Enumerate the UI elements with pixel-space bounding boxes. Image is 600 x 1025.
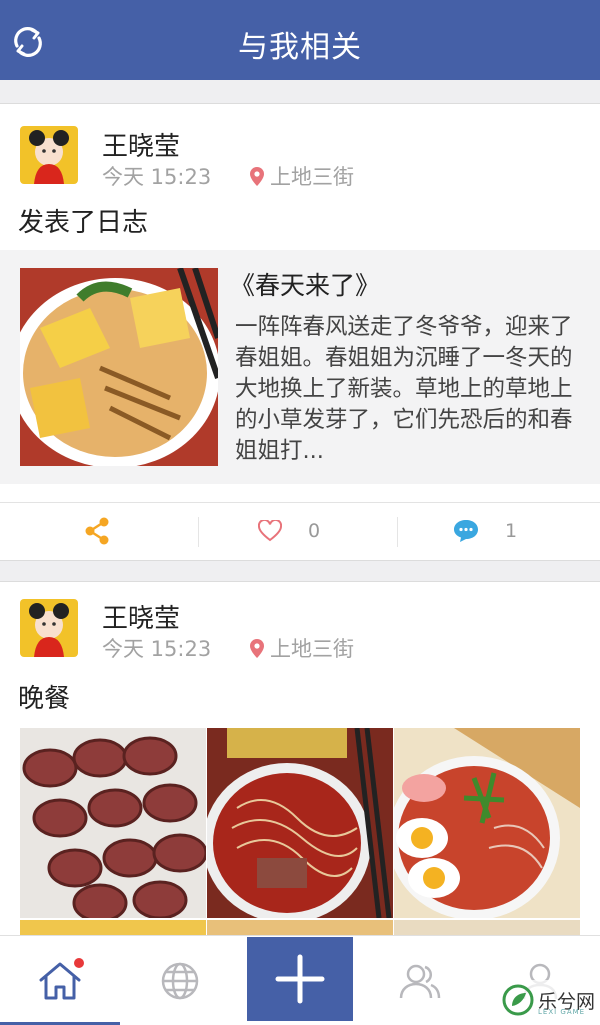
location-text: 上地三街 [270, 637, 354, 661]
globe-icon [161, 962, 199, 1000]
notification-badge [74, 958, 84, 968]
gallery-photo[interactable] [394, 920, 580, 935]
avatar[interactable] [20, 126, 78, 184]
like-button[interactable]: 0 [258, 503, 320, 559]
location-pin-icon [250, 638, 264, 658]
heart-icon [258, 520, 282, 542]
post-location: 上地三街 [250, 633, 354, 663]
location-text: 上地三街 [270, 165, 354, 189]
tab-home[interactable] [0, 936, 120, 1025]
post-text: 发表了日志 [18, 208, 149, 238]
gallery-photo[interactable] [20, 728, 206, 918]
comment-count: 1 [505, 520, 518, 542]
post-text: 晚餐 [18, 684, 71, 714]
user-name[interactable]: 王晓莹 [102, 598, 180, 635]
gallery-photo[interactable] [207, 728, 393, 918]
avatar[interactable] [20, 599, 78, 657]
location-pin-icon [250, 166, 264, 186]
divider [397, 517, 398, 547]
comment-button[interactable]: 1 [453, 503, 517, 559]
gallery-photo[interactable] [207, 920, 393, 935]
article-preview[interactable]: 《春天来了》 一阵阵春风送走了冬爷爷，迎来了春姐姐。春姐姐为沉睡了一冬天的大地换… [0, 250, 600, 484]
article-thumbnail [20, 268, 218, 466]
post-location: 上地三街 [250, 161, 354, 191]
page-title: 与我相关 [238, 30, 362, 65]
post-card[interactable]: 王晓莹 今天 15:23 上地三街 晚餐 [0, 581, 600, 935]
feed[interactable]: 王晓莹 今天 15:23 上地三街 发表了日志 《春天来了》 一阵阵春风送走了冬… [0, 80, 600, 935]
tab-discover[interactable] [120, 936, 240, 1025]
photo-gallery [20, 728, 580, 935]
comment-icon [454, 520, 478, 542]
gallery-photo[interactable] [20, 920, 206, 935]
watermark: 乐兮网 LEXI GAME [502, 980, 600, 1020]
top-bar: 与我相关 [0, 0, 600, 80]
compose-button[interactable] [247, 937, 353, 1021]
like-count: 0 [308, 520, 321, 542]
post-time: 今天 15:23 [102, 165, 212, 189]
post-actions: 0 1 [0, 502, 600, 558]
plus-icon [275, 954, 325, 1004]
article-excerpt: 一阵阵春风送走了冬爷爷，迎来了春姐姐。春姐姐为沉睡了一冬天的大地换上了新装。草地… [235, 314, 573, 464]
divider [198, 517, 199, 547]
tab-friends[interactable] [360, 936, 480, 1025]
share-icon [85, 517, 109, 545]
watermark-subtext: LEXI GAME [538, 1008, 586, 1016]
share-button[interactable] [84, 503, 110, 559]
article-title[interactable]: 《春天来了》 [230, 266, 380, 302]
gallery-photo[interactable] [394, 728, 580, 918]
user-name[interactable]: 王晓莹 [102, 126, 180, 163]
friends-icon [399, 964, 441, 999]
watermark-logo-icon [502, 984, 534, 1016]
post-time: 今天 15:23 [102, 637, 212, 661]
post-card[interactable]: 王晓莹 今天 15:23 上地三街 发表了日志 《春天来了》 一阵阵春风送走了冬… [0, 103, 600, 561]
